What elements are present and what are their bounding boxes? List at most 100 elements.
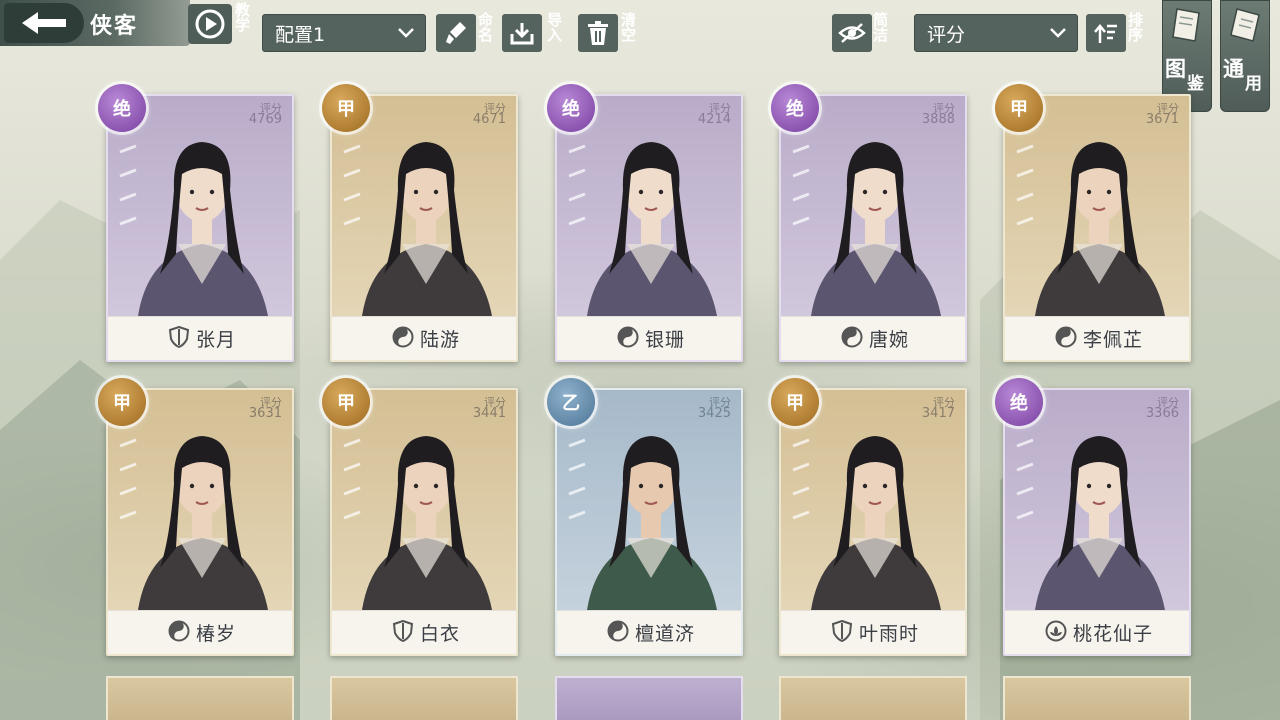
hero-name: 白衣 [419, 623, 460, 645]
back-arrow-icon [22, 12, 66, 34]
hero-card[interactable]: 评分 3417 叶雨时甲 [771, 378, 967, 656]
back-button[interactable] [4, 3, 84, 43]
import-label: 导入 [545, 12, 563, 42]
yin-yang-icon [168, 620, 190, 646]
card-peek[interactable] [779, 676, 967, 720]
card-frame: 评分 3425 檀道济 [555, 388, 743, 656]
card-name-bar: 银珊 [557, 316, 741, 360]
grade-badge: 甲 [771, 378, 819, 426]
card-peek[interactable] [1003, 676, 1191, 720]
hero-name: 陆游 [419, 329, 460, 351]
hero-card[interactable]: 评分 3366 桃花仙子绝 [995, 378, 1191, 656]
grade-badge: 绝 [771, 84, 819, 132]
hero-portrait [587, 436, 717, 610]
card-frame: 评分 3671 李佩芷 [1003, 94, 1191, 362]
hero-card[interactable]: 评分 4769 张月绝 [98, 84, 294, 362]
hero-portrait [1035, 142, 1165, 316]
hero-name: 椿岁 [195, 623, 236, 645]
card-peek[interactable] [555, 676, 743, 720]
clear-button[interactable] [578, 14, 618, 52]
card-frame: 评分 3366 桃花仙子 [1003, 388, 1191, 656]
grade-badge: 甲 [995, 84, 1043, 132]
hero-card[interactable]: 评分 3425 檀道济乙 [547, 378, 743, 656]
grade-badge: 甲 [322, 84, 370, 132]
sort-icon [1094, 24, 1117, 43]
rename-button[interactable] [436, 14, 476, 52]
hero-name: 银珊 [644, 329, 685, 351]
card-frame: 评分 4214 银珊 [555, 94, 743, 362]
sort-select[interactable]: 评分 [914, 14, 1078, 52]
card-name-bar: 叶雨时 [781, 610, 965, 654]
general-button[interactable]: 通 用 [1220, 0, 1270, 112]
score-value: 3671 [1145, 112, 1179, 127]
score-value: 3417 [921, 406, 955, 421]
sort-order-label: 排序 [1126, 12, 1144, 42]
shield-icon [392, 619, 414, 646]
card-name-bar: 李佩芷 [1005, 316, 1189, 360]
card-frame: 评分 3417 叶雨时 [779, 388, 967, 656]
hero-portrait [1035, 436, 1165, 610]
hero-name: 檀道济 [634, 623, 695, 645]
gallery-label-1: 图 [1165, 57, 1186, 81]
chevron-down-icon [398, 28, 414, 38]
title-bar: 侠客 [0, 0, 190, 46]
hero-card[interactable]: 评分 3631 椿岁甲 [98, 378, 294, 656]
shield-icon [831, 619, 853, 646]
hero-card[interactable]: 评分 4214 银珊绝 [547, 84, 743, 362]
hero-portrait [587, 142, 717, 316]
hero-portrait [362, 436, 492, 610]
card-name-bar: 陆游 [332, 316, 516, 360]
page-title: 侠客 [90, 14, 139, 39]
config-select[interactable]: 配置1 [262, 14, 426, 52]
card-frame: 评分 3888 唐婉 [779, 94, 967, 362]
hero-card[interactable]: 评分 4671 陆游甲 [322, 84, 518, 362]
score-value: 3441 [472, 406, 506, 421]
hero-portrait [811, 142, 941, 316]
tutorial-button[interactable] [188, 4, 232, 44]
grade-badge: 乙 [547, 378, 595, 426]
hero-name: 张月 [195, 329, 236, 351]
general-label-2: 用 [1245, 74, 1262, 94]
hero-card[interactable]: 评分 3441 白衣甲 [322, 378, 518, 656]
hero-card[interactable]: 评分 3888 唐婉绝 [771, 84, 967, 362]
card-frame: 评分 4671 陆游 [330, 94, 518, 362]
hero-portrait [138, 142, 268, 316]
hero-portrait [362, 142, 492, 316]
sort-select-value: 评分 [927, 23, 966, 46]
yin-yang-icon [617, 326, 639, 352]
simple-mode-button[interactable] [832, 14, 872, 52]
trash-icon [588, 21, 608, 45]
scroll-icon [1230, 8, 1260, 42]
card-frame: 评分 3441 白衣 [330, 388, 518, 656]
yin-yang-icon [841, 326, 863, 352]
lotus-icon [1045, 620, 1067, 646]
config-select-value: 配置1 [275, 23, 326, 46]
card-frame: 评分 3631 椿岁 [106, 388, 294, 656]
chevron-down-icon [1050, 28, 1066, 38]
card-name-bar: 张月 [108, 316, 292, 360]
play-icon [195, 9, 225, 39]
hero-card[interactable]: 评分 3671 李佩芷甲 [995, 84, 1191, 362]
score-value: 3425 [697, 406, 731, 421]
score-value: 3631 [248, 406, 282, 421]
clear-label: 清空 [619, 12, 637, 42]
yin-yang-icon [607, 620, 629, 646]
yin-yang-icon [1055, 326, 1077, 352]
card-name-bar: 唐婉 [781, 316, 965, 360]
grade-badge: 绝 [547, 84, 595, 132]
score-value: 3888 [921, 112, 955, 127]
card-peek[interactable] [106, 676, 294, 720]
import-button[interactable] [502, 14, 542, 52]
score-value: 4214 [697, 112, 731, 127]
card-name-bar: 白衣 [332, 610, 516, 654]
download-icon [510, 23, 534, 45]
hero-name: 桃花仙子 [1072, 623, 1153, 645]
sort-order-button[interactable] [1086, 14, 1126, 52]
yin-yang-icon [392, 326, 414, 352]
simple-mode-label: 简洁 [871, 12, 889, 42]
score-value: 3366 [1145, 406, 1179, 421]
score-value: 4769 [248, 112, 282, 127]
score-value: 4671 [472, 112, 506, 127]
card-peek[interactable] [330, 676, 518, 720]
shield-icon [168, 325, 190, 352]
